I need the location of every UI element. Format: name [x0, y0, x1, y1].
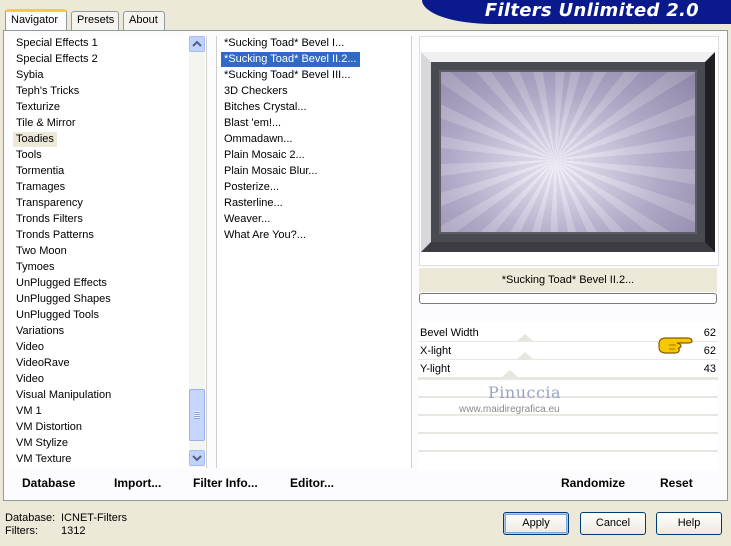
database-button[interactable]: Database [22, 476, 75, 490]
progress-bar [419, 293, 717, 304]
filter-item[interactable]: Blast 'em!... [221, 116, 284, 131]
filter-item[interactable]: 3D Checkers [221, 84, 291, 99]
empty-slider-row [418, 378, 718, 393]
category-list[interactable]: Special Effects 1 Special Effects 2 Sybia T… [9, 36, 207, 468]
chevron-down-icon[interactable] [189, 450, 205, 466]
filter-item[interactable]: Ommadawn... [221, 132, 295, 147]
category-item[interactable]: VM Stylize [13, 436, 71, 451]
filter-item[interactable]: Weaver... [221, 212, 273, 227]
filter-item[interactable]: What Are You?... [221, 228, 309, 243]
filter-info-button[interactable]: Filter Info... [193, 476, 258, 490]
slider-value: 62 [703, 345, 716, 357]
category-item[interactable]: Teph's Tricks [13, 84, 82, 99]
category-item[interactable]: Toadies [13, 132, 57, 147]
category-item[interactable]: Special Effects 2 [13, 52, 101, 67]
tab-navigator[interactable]: Navigator [5, 9, 67, 31]
empty-slider-row [418, 414, 718, 429]
category-item[interactable]: Tramages [13, 180, 68, 195]
randomize-button[interactable]: Randomize [561, 476, 625, 490]
slider-label: Y-light [420, 363, 451, 375]
tab-presets[interactable]: Presets [71, 11, 119, 30]
empty-slider-row [418, 450, 718, 465]
filters-count-value: 1312 [61, 525, 86, 537]
watermark-name: Pinuccia [488, 383, 562, 402]
slider-value: 43 [703, 363, 716, 375]
category-item[interactable]: Tools [13, 148, 45, 163]
category-item[interactable]: VideoRave [13, 356, 73, 371]
app-title: Filters Unlimited 2.0 [484, 0, 699, 21]
scrollbar-thumb[interactable] [189, 389, 205, 441]
filter-item[interactable]: *Sucking Toad* Bevel II.2... [220, 51, 361, 68]
category-item[interactable]: Transparency [13, 196, 86, 211]
slider-y-light[interactable]: Y-light 43 [418, 360, 718, 378]
slider-thumb[interactable] [501, 370, 518, 377]
filter-item[interactable]: Plain Mosaic Blur... [221, 164, 321, 179]
category-item[interactable]: VM Texture [13, 452, 74, 467]
category-item[interactable]: Texturize [13, 100, 63, 115]
selected-filter-name: *Sucking Toad* Bevel II.2... [419, 268, 717, 292]
slider-thumb[interactable] [516, 334, 533, 341]
database-value: ICNET-Filters [61, 512, 127, 524]
category-item[interactable]: Variations [13, 324, 67, 339]
category-item[interactable]: Tile & Mirror [13, 116, 78, 131]
slider-label: X-light [420, 345, 452, 357]
tab-about[interactable]: About [123, 11, 165, 30]
slider-label: Bevel Width [420, 327, 479, 339]
filter-list[interactable]: *Sucking Toad* Bevel I... *Sucking Toad* … [216, 36, 412, 468]
category-item[interactable]: UnPlugged Effects [13, 276, 110, 291]
database-label: Database: [5, 512, 56, 524]
cancel-button[interactable]: Cancel [580, 512, 646, 535]
category-item[interactable]: Tormentia [13, 164, 67, 179]
category-item[interactable]: Visual Manipulation [13, 388, 114, 403]
filter-item[interactable]: Bitches Crystal... [221, 100, 310, 115]
category-item[interactable]: Tronds Filters [13, 212, 86, 227]
category-item[interactable]: Tronds Patterns [13, 228, 97, 243]
app-title-banner: Filters Unlimited 2.0 [422, 0, 731, 24]
editor-button[interactable]: Editor... [290, 476, 334, 490]
empty-slider-row [418, 432, 718, 447]
category-item[interactable]: Tymoes [13, 260, 58, 275]
category-item[interactable]: Special Effects 1 [13, 36, 101, 51]
category-item[interactable]: UnPlugged Shapes [13, 292, 114, 307]
filter-item[interactable]: Plain Mosaic 2... [221, 148, 308, 163]
category-item[interactable]: VM 1 [13, 404, 45, 419]
filter-item[interactable]: Posterize... [221, 180, 282, 195]
category-item[interactable]: VM Distortion [13, 420, 85, 435]
reset-button[interactable]: Reset [660, 476, 693, 490]
pointing-hand-icon [657, 332, 695, 356]
category-item[interactable]: UnPlugged Tools [13, 308, 102, 323]
filter-item[interactable]: Rasterline... [221, 196, 286, 211]
watermark-url: www.maidiregrafica.eu [459, 404, 560, 415]
category-item[interactable]: Video [13, 372, 47, 387]
filter-item[interactable]: *Sucking Toad* Bevel III... [221, 68, 353, 83]
slider-thumb[interactable] [516, 352, 533, 359]
category-item[interactable]: Sybia [13, 68, 47, 83]
category-scrollbar[interactable] [189, 36, 205, 467]
category-item[interactable]: Video [13, 340, 47, 355]
preview-image [421, 52, 715, 252]
slider-value: 62 [703, 327, 716, 339]
apply-button[interactable]: Apply [503, 512, 569, 535]
filters-count-label: Filters: [5, 525, 38, 537]
category-item[interactable]: Two Moon [13, 244, 70, 259]
chevron-up-icon[interactable] [189, 36, 205, 52]
help-button[interactable]: Help [656, 512, 722, 535]
filter-item[interactable]: *Sucking Toad* Bevel I... [221, 36, 347, 51]
import-button[interactable]: Import... [114, 476, 161, 490]
